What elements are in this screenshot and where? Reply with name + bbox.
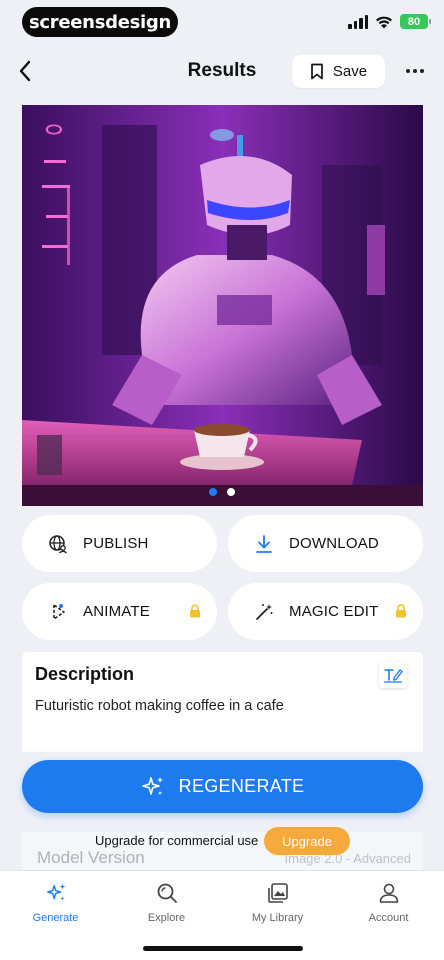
animate-button[interactable]: ANIMATE <box>22 583 217 640</box>
status-bar: screensdesign 80 <box>0 0 444 44</box>
battery-icon: 80 <box>400 14 431 29</box>
tab-explore[interactable]: Explore <box>111 880 222 924</box>
model-version-label: Model Version <box>37 848 145 867</box>
gallery-icon <box>265 880 291 906</box>
generated-image[interactable]: ᄋ <box>22 105 423 506</box>
carousel-dot[interactable] <box>227 488 235 496</box>
status-icons: 80 <box>348 14 431 29</box>
carousel-dots[interactable] <box>0 488 444 496</box>
description-title: Description <box>35 664 135 684</box>
magic-edit-label: MAGIC EDIT <box>289 603 379 620</box>
carousel-dot[interactable] <box>209 488 217 496</box>
tab-my-library[interactable]: My Library <box>222 880 333 924</box>
description-text: Futuristic robot making coffee in a cafe <box>35 698 284 714</box>
sparkle-icon <box>141 776 163 795</box>
globe-person-icon <box>47 533 69 555</box>
header: Results Save <box>0 52 444 90</box>
publish-label: PUBLISH <box>83 535 149 552</box>
person-icon <box>376 880 402 906</box>
regenerate-label: REGENERATE <box>178 776 305 796</box>
animate-label: ANIMATE <box>83 603 150 620</box>
tab-account-label: Account <box>368 912 409 924</box>
regenerate-button[interactable]: REGENERATE <box>22 760 423 813</box>
edit-description-button[interactable] <box>379 662 407 688</box>
upgrade-message: Upgrade for commercial use <box>95 833 259 848</box>
search-icon <box>154 880 180 906</box>
tab-generate-label: Generate <box>32 912 79 924</box>
brand-badge: screensdesign <box>22 7 178 37</box>
text-edit-icon <box>384 669 403 683</box>
download-button[interactable]: DOWNLOAD <box>228 515 423 572</box>
signal-icon <box>348 14 368 29</box>
tab-my-library-label: My Library <box>251 912 304 924</box>
download-label: DOWNLOAD <box>289 535 379 552</box>
description-card: Description Futuristic robot making coff… <box>22 652 423 752</box>
tab-generate[interactable]: Generate <box>0 880 111 924</box>
save-button[interactable]: Save <box>292 55 385 88</box>
save-label: Save <box>332 63 368 80</box>
battery-level: 80 <box>407 15 421 28</box>
download-icon <box>253 533 275 555</box>
lock-icon <box>396 604 406 618</box>
tab-account[interactable]: Account <box>333 880 444 924</box>
robot-illustration: ᄋ <box>22 105 423 506</box>
magic-wand-icon <box>253 601 275 623</box>
home-indicator <box>143 946 303 951</box>
tab-explore-label: Explore <box>147 912 186 924</box>
bookmark-icon <box>311 63 323 80</box>
lock-icon <box>190 604 200 618</box>
upgrade-button[interactable]: Upgrade <box>264 827 350 855</box>
publish-button[interactable]: PUBLISH <box>22 515 217 572</box>
svg-text:ᄋ: ᄋ <box>42 122 66 152</box>
magic-edit-button[interactable]: MAGIC EDIT <box>228 583 423 640</box>
wifi-icon <box>376 16 392 28</box>
more-options-button[interactable] <box>402 60 428 82</box>
sparkle-icon <box>43 880 69 906</box>
animate-icon <box>47 601 69 623</box>
